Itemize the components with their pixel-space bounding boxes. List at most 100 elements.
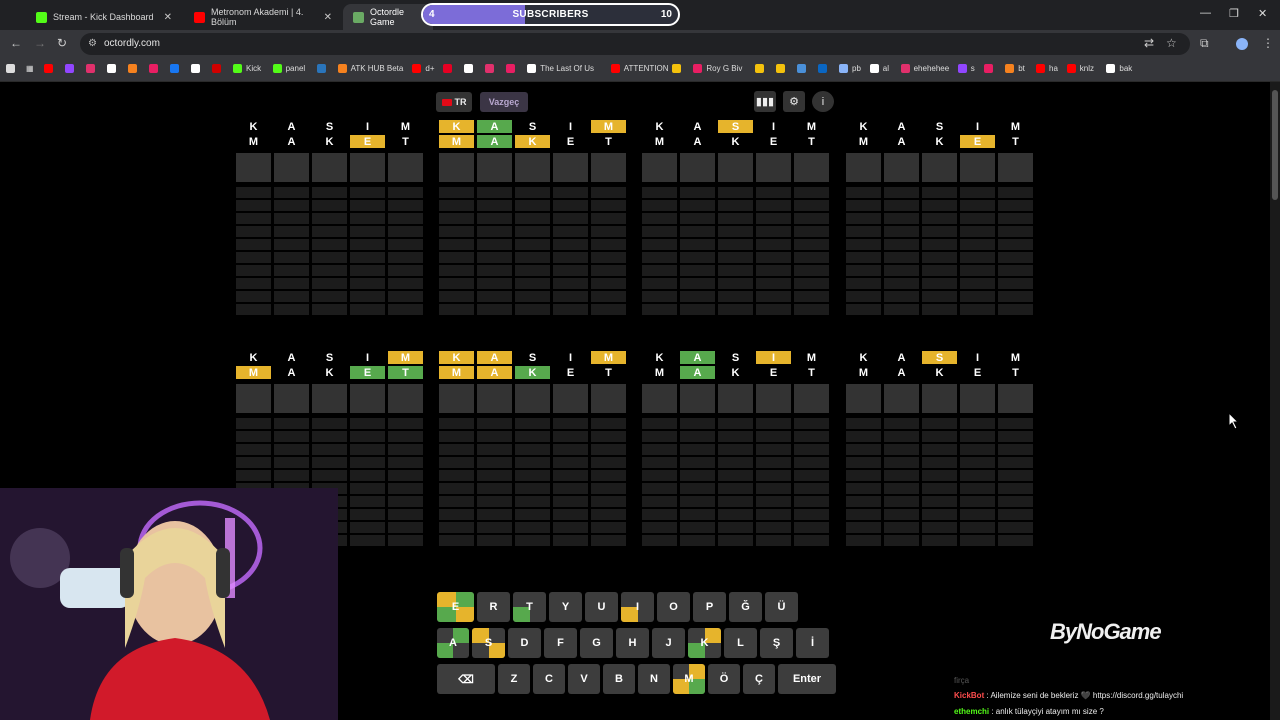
key-label: K bbox=[700, 637, 709, 649]
key-ğ[interactable]: Ğ bbox=[729, 592, 762, 622]
bookmark-item[interactable]: ha bbox=[1036, 64, 1058, 73]
bookmark-item[interactable] bbox=[464, 64, 474, 73]
bookmark-item[interactable]: panel bbox=[272, 64, 305, 73]
chat-message: KickBot : Ailemize seni de bekleriz 🖤 ht… bbox=[954, 691, 1183, 700]
bookmark-item[interactable]: d+ bbox=[412, 64, 435, 73]
key-f[interactable]: F bbox=[544, 628, 577, 658]
restore-icon[interactable]: ❐ bbox=[1229, 7, 1239, 20]
tab-kick-dashboard[interactable]: Stream - Kick Dashboard ✕ bbox=[26, 4, 182, 30]
key-ö[interactable]: Ö bbox=[708, 664, 740, 694]
key-i[interactable]: I bbox=[621, 592, 654, 622]
info-icon[interactable]: i bbox=[812, 91, 834, 112]
bookmark-item[interactable]: ATTENTION bbox=[610, 64, 669, 73]
back-icon[interactable]: ← bbox=[10, 36, 22, 50]
key-i̇[interactable]: İ bbox=[796, 628, 829, 658]
bookmark-item[interactable]: The Last Of Us bbox=[527, 64, 594, 73]
key-c[interactable]: C bbox=[533, 664, 565, 694]
bookmark-item[interactable] bbox=[212, 64, 221, 73]
site-info-icon[interactable]: ⚙ bbox=[88, 38, 97, 49]
menu-icon[interactable]: ⋮ bbox=[1262, 36, 1274, 50]
bookmark-item[interactable] bbox=[191, 64, 200, 73]
bookmark-item[interactable] bbox=[797, 64, 806, 73]
key-r[interactable]: R bbox=[477, 592, 510, 622]
key-u[interactable]: U bbox=[585, 592, 618, 622]
bookmark-item[interactable]: al bbox=[869, 64, 889, 73]
bookmark-item[interactable]: bt bbox=[1005, 64, 1025, 73]
bookmark-item[interactable]: pb bbox=[839, 64, 861, 73]
input-tile bbox=[846, 384, 881, 413]
grid-icon[interactable]: ▦ bbox=[26, 64, 34, 73]
bookmark-item[interactable] bbox=[128, 64, 137, 73]
apps-icon[interactable] bbox=[6, 64, 15, 73]
bookmark-item[interactable] bbox=[755, 64, 764, 73]
key-b[interactable]: B bbox=[603, 664, 635, 694]
empty-tile bbox=[477, 187, 512, 198]
key-e[interactable]: E bbox=[437, 592, 474, 622]
key-t[interactable]: T bbox=[513, 592, 546, 622]
url-field[interactable]: ⚙ octordly.com ⇄ ☆ bbox=[80, 33, 1190, 55]
bookmark-item[interactable] bbox=[984, 64, 994, 73]
key-a[interactable]: A bbox=[437, 628, 469, 658]
profile-avatar[interactable] bbox=[1236, 38, 1248, 50]
bookmark-item[interactable] bbox=[149, 64, 158, 73]
bookmark-item[interactable] bbox=[44, 64, 53, 73]
key-ç[interactable]: Ç bbox=[743, 664, 775, 694]
bookmark-item[interactable] bbox=[818, 64, 827, 73]
minimize-icon[interactable]: — bbox=[1200, 7, 1211, 19]
close-window-icon[interactable]: ✕ bbox=[1258, 7, 1267, 20]
scrollbar[interactable] bbox=[1270, 82, 1280, 720]
key-o[interactable]: O bbox=[657, 592, 690, 622]
bookmark-item[interactable] bbox=[86, 64, 95, 73]
scroll-thumb[interactable] bbox=[1272, 90, 1278, 200]
key-s[interactable]: S bbox=[472, 628, 505, 658]
gear-icon[interactable]: ⚙ bbox=[783, 91, 805, 112]
key-n[interactable]: N bbox=[638, 664, 670, 694]
close-icon[interactable]: ✕ bbox=[164, 12, 172, 23]
bookmark-item[interactable]: knlz bbox=[1066, 64, 1094, 73]
empty-tile bbox=[756, 496, 791, 507]
key-v[interactable]: V bbox=[568, 664, 600, 694]
bookmark-item[interactable]: s bbox=[957, 64, 975, 73]
bookmark-item[interactable]: Kick bbox=[233, 64, 261, 73]
key-m[interactable]: M bbox=[673, 664, 705, 694]
bookmark-item[interactable]: ATK HUB Beta bbox=[337, 64, 403, 73]
bookmark-item[interactable] bbox=[316, 64, 326, 73]
key-l[interactable]: L bbox=[724, 628, 757, 658]
bookmark-item[interactable] bbox=[506, 64, 516, 73]
forward-icon[interactable]: → bbox=[34, 36, 46, 50]
key-h[interactable]: H bbox=[616, 628, 649, 658]
give-up-button[interactable]: Vazgeç bbox=[480, 92, 528, 112]
key-k[interactable]: K bbox=[688, 628, 721, 658]
key-y[interactable]: Y bbox=[549, 592, 582, 622]
key-p[interactable]: P bbox=[693, 592, 726, 622]
bookmark-item[interactable] bbox=[672, 64, 682, 73]
key-z[interactable]: Z bbox=[498, 664, 530, 694]
star-icon[interactable]: ☆ bbox=[1166, 36, 1177, 50]
stats-icon[interactable]: ▮▮▮ bbox=[754, 91, 776, 112]
close-icon[interactable]: ✕ bbox=[324, 12, 332, 23]
tab-metronom[interactable]: Metronom Akademi | 4. Bölüm ✕ bbox=[184, 4, 342, 30]
bookmark-item[interactable] bbox=[776, 64, 785, 73]
language-button[interactable]: TR bbox=[436, 92, 472, 112]
key-d[interactable]: D bbox=[508, 628, 541, 658]
translate-icon[interactable]: ⇄ bbox=[1144, 36, 1154, 50]
bookmark-item[interactable] bbox=[65, 64, 74, 73]
tab-octordle[interactable]: Octordle Game bbox=[343, 4, 433, 30]
empty-tile bbox=[794, 509, 829, 520]
backspace-icon[interactable]: ⌫ bbox=[437, 664, 495, 694]
letter-tile: M bbox=[806, 120, 817, 133]
key-j[interactable]: J bbox=[652, 628, 685, 658]
bookmark-item[interactable] bbox=[170, 64, 179, 73]
extensions-icon[interactable]: ⧉ bbox=[1200, 36, 1209, 51]
key-ü[interactable]: Ü bbox=[765, 592, 798, 622]
bookmark-item[interactable] bbox=[485, 64, 495, 73]
key-ş[interactable]: Ş bbox=[760, 628, 793, 658]
bookmark-item[interactable]: Roy G Biv bbox=[693, 64, 742, 73]
bookmark-item[interactable]: bak bbox=[1106, 64, 1132, 73]
bookmark-item[interactable] bbox=[107, 64, 116, 73]
bookmark-item[interactable] bbox=[443, 64, 453, 73]
reload-icon[interactable]: ↻ bbox=[57, 36, 67, 50]
key-g[interactable]: G bbox=[580, 628, 613, 658]
key-enter[interactable]: Enter bbox=[778, 664, 836, 694]
bookmark-item[interactable]: ehehehee bbox=[900, 64, 949, 73]
